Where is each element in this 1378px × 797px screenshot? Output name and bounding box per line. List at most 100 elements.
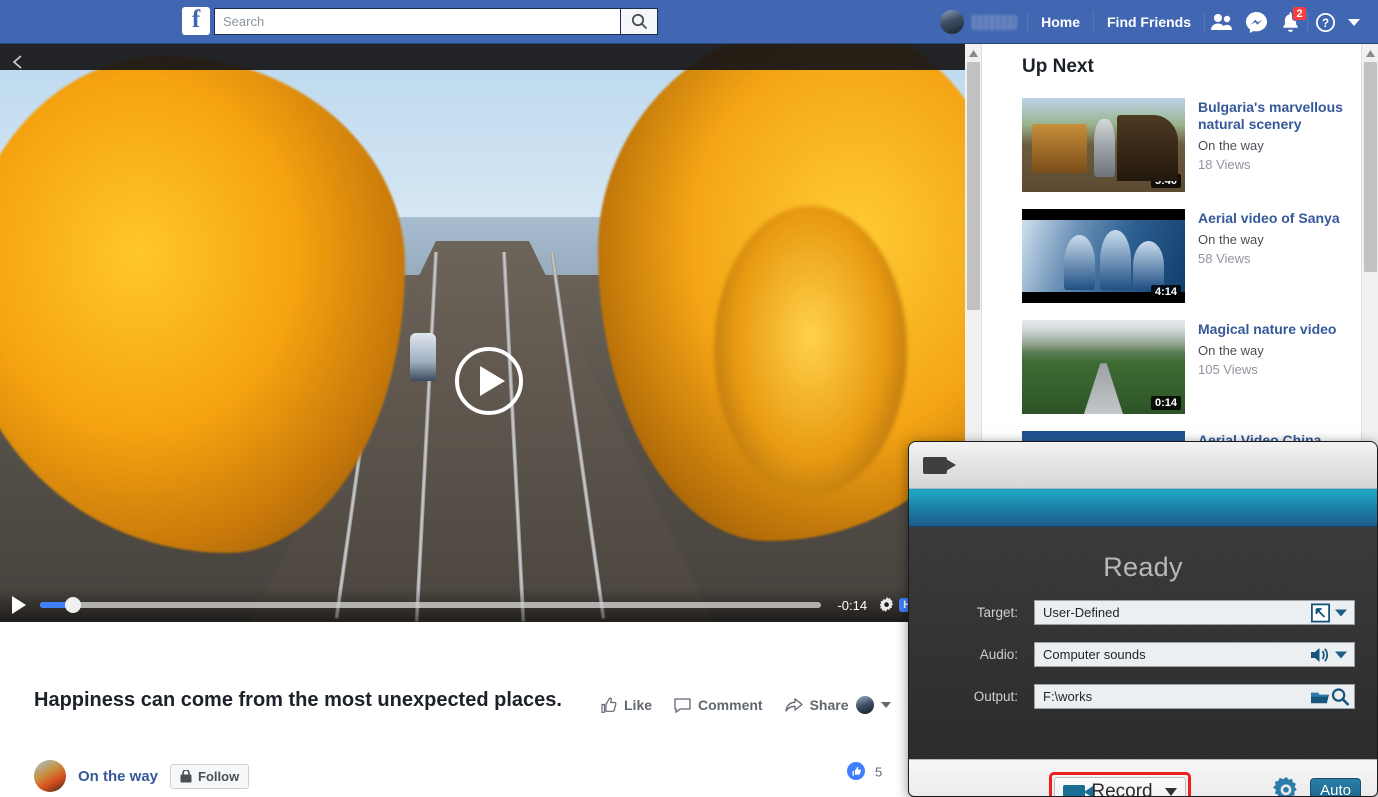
- dialog-titlebar[interactable]: [909, 442, 1377, 489]
- video-title[interactable]: Aerial video of Sanya: [1198, 210, 1340, 227]
- speaker-icon[interactable]: [1310, 646, 1330, 663]
- video-views: 18 Views: [1198, 157, 1251, 172]
- footer-actions: Auto: [1273, 777, 1361, 797]
- like-label: Like: [624, 697, 653, 713]
- navbar-right: Home Find Friends 2 ?: [936, 0, 1370, 44]
- chevron-down-icon[interactable]: [1335, 651, 1347, 658]
- seek-progress: [40, 602, 68, 608]
- play-pause-button[interactable]: [12, 596, 26, 614]
- video-frame: [0, 44, 965, 622]
- video-title[interactable]: Magical nature video: [1198, 321, 1336, 338]
- video-thumbnail[interactable]: 5:40: [1022, 98, 1185, 192]
- gear-icon[interactable]: [1273, 777, 1300, 797]
- scroll-up-arrow-icon[interactable]: [1362, 46, 1378, 60]
- search-input[interactable]: [214, 8, 620, 35]
- video-views: 58 Views: [1198, 251, 1251, 266]
- target-row: Target: User-Defined: [909, 600, 1377, 625]
- thumbnail-figure: [1093, 118, 1115, 177]
- comment-bubble-icon: [674, 697, 691, 713]
- friend-requests-button[interactable]: [1205, 7, 1239, 37]
- page-title: Happiness can come from the most unexpec…: [34, 689, 562, 711]
- chevron-down-icon[interactable]: [880, 702, 891, 708]
- time-remaining: -0:14: [837, 597, 868, 613]
- thumbnail-road: [1083, 363, 1124, 414]
- select-region-icon[interactable]: [1311, 603, 1330, 622]
- video-title[interactable]: Bulgaria's marvellous natural scenery: [1198, 99, 1358, 133]
- record-button[interactable]: Record: [1054, 777, 1186, 796]
- search-button[interactable]: [620, 8, 658, 35]
- list-item[interactable]: 0:14 Magical nature video On the way 105…: [1022, 320, 1361, 431]
- author-name[interactable]: On the way: [78, 768, 158, 785]
- video-meta: Bulgaria's marvellous natural scenery On…: [1198, 98, 1358, 209]
- video-train: [410, 333, 437, 381]
- svg-text:?: ?: [1321, 18, 1328, 30]
- profile-name-blurred: [971, 14, 1018, 30]
- up-next-title: Up Next: [1022, 56, 1094, 77]
- facebook-logo[interactable]: f: [182, 7, 210, 35]
- video-meta: Magical nature video On the way 105 View…: [1198, 320, 1336, 431]
- scrollbar-thumb[interactable]: [1364, 62, 1377, 272]
- video-top-bar: [0, 44, 965, 70]
- video-views: 105 Views: [1198, 362, 1258, 377]
- chevron-down-icon[interactable]: [1335, 609, 1347, 616]
- output-row: Output: F:\works: [909, 684, 1377, 709]
- target-label: Target:: [976, 605, 1018, 620]
- screen-recorder-dialog[interactable]: Ready Target: User-Defined Audio: Comput…: [908, 441, 1378, 797]
- magnifier-icon[interactable]: [1331, 687, 1350, 706]
- video-duration: 4:14: [1150, 285, 1181, 299]
- video-channel: On the way: [1198, 232, 1264, 247]
- search-icon: [631, 13, 647, 30]
- target-field[interactable]: User-Defined: [1034, 600, 1355, 625]
- dialog-accent-stripe: [909, 489, 1377, 527]
- list-item[interactable]: 4:14 Aerial video of Sanya On the way 58…: [1022, 209, 1361, 320]
- thumbnail-tower: [1100, 229, 1132, 290]
- follow-button[interactable]: Follow: [170, 763, 250, 789]
- output-field[interactable]: F:\works: [1034, 684, 1355, 709]
- author-avatar[interactable]: [34, 760, 66, 792]
- follow-lock-icon: [180, 769, 192, 782]
- camcorder-icon: [923, 456, 956, 474]
- nav-link-home[interactable]: Home: [1028, 14, 1093, 30]
- like-button[interactable]: Like: [600, 697, 652, 714]
- account-menu-caret-icon[interactable]: [1348, 18, 1360, 26]
- thumbs-up-icon: [601, 697, 617, 713]
- messenger-button[interactable]: [1239, 7, 1273, 37]
- thumbnail-tower: [1064, 235, 1096, 290]
- navbar-profile[interactable]: [936, 10, 1027, 34]
- list-item[interactable]: 5:40 Bulgaria's marvellous natural scene…: [1022, 98, 1361, 209]
- video-autumn-trees-right-2: [714, 205, 908, 495]
- status-text: Ready: [1103, 552, 1183, 582]
- comment-label: Comment: [698, 697, 763, 713]
- comment-button[interactable]: Comment: [674, 697, 763, 714]
- video-thumbnail[interactable]: 4:14: [1022, 209, 1185, 303]
- gear-icon[interactable]: [879, 597, 895, 613]
- nav-link-find-friends[interactable]: Find Friends: [1094, 14, 1204, 30]
- notifications-button[interactable]: 2: [1273, 6, 1307, 37]
- video-autumn-trees-left: [0, 55, 406, 553]
- video-meta: Aerial video of Sanya On the way 58 View…: [1198, 209, 1340, 320]
- scrollbar-thumb[interactable]: [967, 62, 980, 310]
- audio-field[interactable]: Computer sounds: [1034, 642, 1355, 667]
- share-arrow-icon: [784, 697, 803, 712]
- like-reaction-icon: [847, 762, 866, 780]
- help-button[interactable]: ?: [1308, 7, 1342, 37]
- chevron-down-icon[interactable]: [1164, 788, 1177, 796]
- video-channel: On the way: [1198, 138, 1264, 153]
- back-chevron-icon[interactable]: [10, 54, 26, 70]
- play-icon: [479, 366, 505, 396]
- dialog-footer: Record Auto: [909, 759, 1377, 797]
- seek-handle[interactable]: [65, 597, 81, 613]
- video-player[interactable]: -0:14 HD: [0, 44, 965, 622]
- auto-button[interactable]: Auto: [1310, 778, 1361, 796]
- play-button[interactable]: [455, 347, 523, 415]
- output-label: Output:: [973, 689, 1018, 704]
- share-button[interactable]: Share: [784, 696, 891, 714]
- like-count-group[interactable]: 5: [847, 762, 882, 780]
- audio-value: Computer sounds: [1043, 647, 1146, 662]
- video-duration: 0:14: [1150, 396, 1181, 410]
- seek-bar[interactable]: [40, 597, 822, 613]
- scroll-up-arrow-icon[interactable]: [965, 46, 982, 60]
- video-thumbnail[interactable]: 0:14: [1022, 320, 1185, 414]
- facebook-navbar: f Home Find Friends: [0, 0, 1378, 44]
- folder-icon[interactable]: [1310, 688, 1330, 705]
